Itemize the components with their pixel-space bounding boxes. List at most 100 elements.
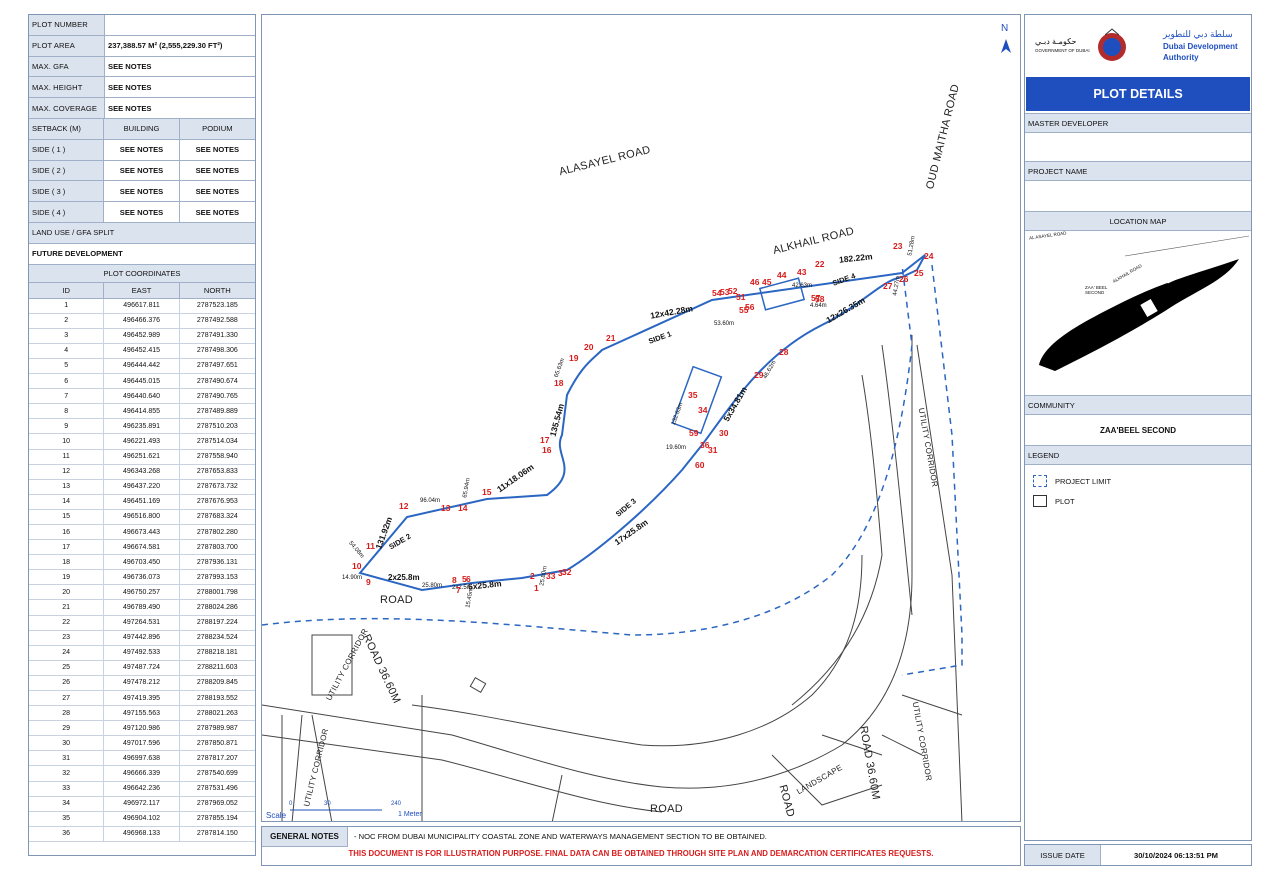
coord-id: 4 bbox=[29, 343, 105, 358]
boundary-point-label: 60 bbox=[695, 460, 705, 470]
coord-id: 14 bbox=[29, 494, 105, 509]
coord-east: 496452.989 bbox=[104, 328, 180, 343]
coord-row: 31 496997.638 2787817.207 bbox=[29, 751, 255, 767]
max-height-label: MAX. HEIGHT bbox=[29, 77, 105, 98]
boundary-point-label: 23 bbox=[893, 241, 903, 251]
small-dim: 2x2.5m bbox=[452, 585, 472, 591]
max-gfa-row: MAX. GFA SEE NOTES bbox=[29, 56, 255, 78]
boundary-point-label: 2 bbox=[530, 571, 535, 581]
small-block bbox=[469, 676, 487, 694]
side-podium: SEE NOTES bbox=[195, 145, 240, 155]
coord-east: 496750.257 bbox=[104, 585, 180, 600]
coord-north: 2787802.280 bbox=[196, 528, 238, 536]
general-notes: GENERAL NOTES - NOC FROM DUBAI MUNICIPAL… bbox=[261, 826, 1021, 866]
coord-east: 496642.236 bbox=[104, 781, 180, 796]
coord-east: 496617.811 bbox=[104, 298, 180, 313]
coord-east: 496904.102 bbox=[104, 811, 180, 826]
boundary-point-label: 58 bbox=[815, 294, 825, 304]
coord-row: 16 496673.443 2787802.280 bbox=[29, 524, 255, 541]
coord-east: 496972.117 bbox=[104, 796, 180, 811]
boundary-point-label: 28 bbox=[779, 347, 789, 357]
coord-row: 27 497419.395 2788193.552 bbox=[29, 691, 255, 707]
scale-max: 240 bbox=[391, 801, 402, 807]
community-value: ZAA'BEEL SECOND bbox=[1100, 425, 1176, 435]
coord-id: 22 bbox=[29, 615, 105, 630]
coord-east: 497120.986 bbox=[104, 721, 180, 736]
coord-east: 496516.800 bbox=[104, 509, 180, 524]
side-podium: SEE NOTES bbox=[195, 186, 240, 196]
plot-details-title: PLOT DETAILS bbox=[1026, 77, 1250, 111]
coord-row: 24 497492.533 2788218.181 bbox=[29, 645, 255, 661]
boundary-point-label: 1 bbox=[534, 583, 539, 593]
coord-id: 3 bbox=[29, 328, 105, 343]
site-plan-map: N ALASAYEL ROAD ALKHAIL ROAD OUD MAITHA … bbox=[261, 14, 1021, 822]
coord-row: 36 496968.133 2787814.150 bbox=[29, 826, 255, 842]
coord-row: 7 496440.640 2787490.765 bbox=[29, 389, 255, 405]
plot-swatch bbox=[1033, 495, 1047, 507]
coord-north: 2787523.185 bbox=[196, 302, 238, 310]
boundary-point-label: 36 bbox=[700, 440, 710, 450]
coord-north: 2787558.940 bbox=[196, 453, 238, 461]
location-map-label: LOCATION MAP bbox=[1025, 211, 1251, 231]
master-developer-label: MASTER DEVELOPER bbox=[1025, 113, 1251, 133]
setback-header-row: SETBACK (M) BUILDING PODIUM bbox=[29, 118, 255, 140]
coord-id: 21 bbox=[29, 600, 105, 615]
coord-row: 20 496750.257 2788001.798 bbox=[29, 585, 255, 601]
coord-row: 2 496466.376 2787492.588 bbox=[29, 313, 255, 329]
coord-east: 496673.443 bbox=[104, 524, 180, 540]
coord-north: 2788197.224 bbox=[196, 619, 238, 627]
side-label: SIDE ( 2 ) bbox=[29, 160, 105, 181]
boundary-point-label: 44 bbox=[777, 270, 787, 280]
coord-east: 496440.640 bbox=[104, 389, 180, 404]
side-label: SIDE ( 1 ) bbox=[29, 139, 105, 160]
side-podium: SEE NOTES bbox=[195, 207, 240, 217]
coord-east: 497492.533 bbox=[104, 645, 180, 660]
coord-north: 2787850.871 bbox=[196, 739, 238, 747]
coord-id: 35 bbox=[29, 811, 105, 826]
coord-east: 496437.220 bbox=[104, 479, 180, 494]
boundary-point-label: 30 bbox=[719, 428, 729, 438]
coord-row: 33 496642.236 2787531.496 bbox=[29, 781, 255, 797]
dda-en-text-2: Authority bbox=[1163, 53, 1199, 62]
boundary-point-label: 34 bbox=[698, 405, 708, 415]
coord-id: 12 bbox=[29, 464, 105, 479]
context-curve bbox=[791, 374, 883, 706]
side-row: SIDE ( 3 ) SEE NOTES SEE NOTES bbox=[29, 181, 255, 203]
coord-id: 18 bbox=[29, 555, 105, 570]
coord-id: 23 bbox=[29, 630, 105, 645]
coord-east: 496251.621 bbox=[104, 449, 180, 464]
side-building: SEE NOTES bbox=[104, 181, 180, 202]
boundary-point-label: 19 bbox=[569, 353, 579, 363]
small-dim: 25.80m bbox=[422, 583, 443, 589]
small-dim: 96.04m bbox=[420, 498, 441, 504]
coord-north: 2787936.131 bbox=[196, 558, 238, 566]
coord-east: 496789.490 bbox=[104, 600, 180, 615]
coord-north: 2787540.699 bbox=[196, 770, 238, 778]
boundary-point-label: 54 bbox=[712, 288, 722, 298]
boundary-point-label: 15 bbox=[482, 487, 492, 497]
issue-date-row: ISSUE DATE 30/10/2024 06:13:51 PM bbox=[1024, 844, 1252, 866]
coord-id: 13 bbox=[29, 479, 105, 494]
boundary-point-label: 11 bbox=[366, 541, 375, 551]
small-dim: 19.60m bbox=[666, 445, 687, 451]
map-canvas bbox=[262, 39, 1011, 821]
general-note-2: THIS DOCUMENT IS FOR ILLUSTRATION PURPOS… bbox=[348, 849, 934, 858]
coord-id: 26 bbox=[29, 675, 105, 690]
coord-id: 2 bbox=[29, 313, 105, 328]
boundary-point-label: 14 bbox=[458, 503, 468, 513]
coord-east: 496674.581 bbox=[104, 540, 180, 555]
coord-id: 10 bbox=[29, 434, 105, 449]
scale-unit: 1 Meter bbox=[398, 811, 422, 818]
road-left-label: ROAD bbox=[380, 594, 413, 606]
coord-id: 27 bbox=[29, 691, 105, 706]
coord-id: 25 bbox=[29, 660, 105, 675]
max-coverage-label: MAX. COVERAGE bbox=[29, 98, 105, 118]
coord-row: 17 496674.581 2787803.700 bbox=[29, 540, 255, 556]
boundary-point-label: 13 bbox=[441, 503, 451, 513]
context-block-lines bbox=[311, 695, 563, 821]
coord-row: 10 496221.493 2787514.034 bbox=[29, 434, 255, 450]
coord-east: 496997.638 bbox=[104, 751, 180, 766]
coord-row: 14 496451.169 2787676.953 bbox=[29, 494, 255, 510]
legend: PROJECT LIMIT PLOT bbox=[1025, 465, 1251, 525]
coord-row: 26 497478.212 2788209.845 bbox=[29, 675, 255, 691]
